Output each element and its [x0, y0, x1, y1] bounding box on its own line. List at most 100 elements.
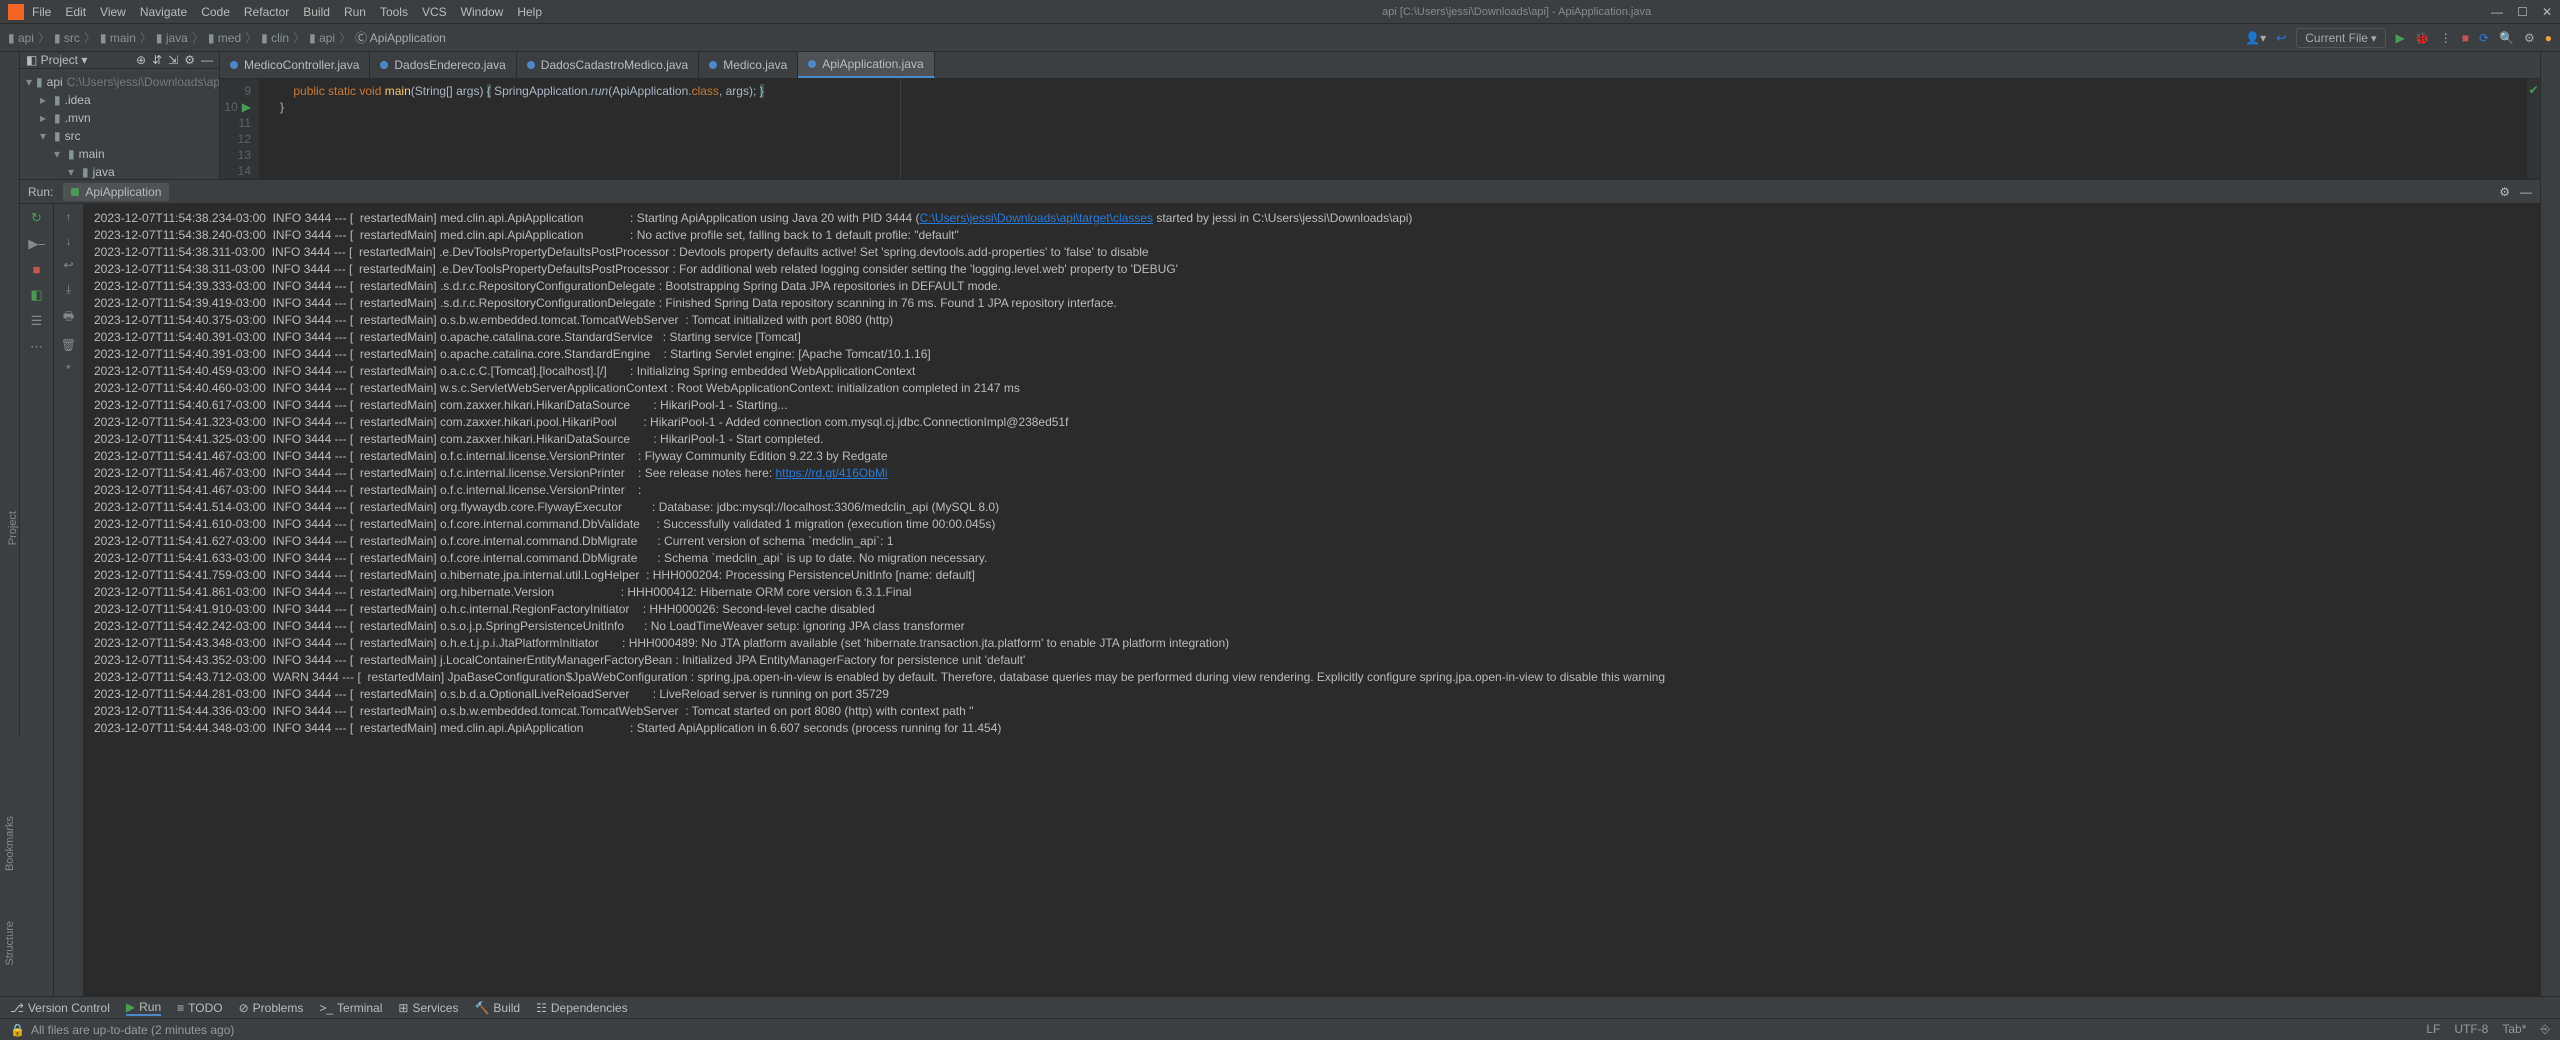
menu-help[interactable]: Help — [517, 5, 542, 19]
breadcrumb-seg[interactable]: ▮ api — [309, 31, 335, 45]
breadcrumb-seg[interactable]: ▮ med — [208, 31, 241, 45]
filter-icon[interactable]: * — [66, 362, 71, 376]
status-lock-icon[interactable]: 🔒 — [10, 1023, 25, 1037]
back-icon[interactable]: ↩ — [2276, 31, 2286, 45]
console-line: 2023-12-07T11:54:39.333-03:00 INFO 3444 … — [94, 278, 2530, 295]
editor-tab[interactable]: Medico.java — [699, 52, 798, 78]
breadcrumb-seg[interactable]: ▮ api — [8, 31, 34, 45]
project-stripe-button[interactable]: Project — [7, 511, 19, 545]
breadcrumb-seg[interactable]: ▮ main — [100, 31, 136, 45]
run-config-selector[interactable]: Current File ▾ — [2296, 28, 2385, 48]
tool-window-button-build[interactable]: 🔨Build — [474, 1001, 520, 1015]
run-tab[interactable]: ApiApplication — [63, 183, 169, 201]
console-link[interactable]: https://rd.gt/416ObMi — [775, 466, 887, 480]
select-opened-icon[interactable]: ⊕ — [136, 53, 146, 67]
status-cell[interactable]: ⎆ — [2540, 1022, 2550, 1036]
inspection-ok-icon[interactable]: ✔ — [2528, 83, 2538, 97]
menu-vcs[interactable]: VCS — [422, 5, 447, 19]
run-icon[interactable]: ▶ — [2396, 31, 2405, 45]
structure-stripe-button[interactable]: Structure — [4, 921, 16, 966]
minimize-icon[interactable]: — — [2491, 5, 2503, 19]
tree-node[interactable]: ▸▮ .mvn — [20, 109, 219, 127]
update-icon[interactable]: ⟳ — [2479, 31, 2489, 45]
stop-icon[interactable]: ■ — [2462, 31, 2469, 45]
up-icon[interactable]: ↑ — [66, 210, 72, 224]
soft-wrap-icon[interactable]: ↩ — [63, 258, 73, 272]
breadcrumb[interactable]: ▮ api〉▮ src〉▮ main〉▮ java〉▮ med〉▮ clin〉▮… — [8, 29, 446, 46]
layout-icon[interactable]: ◧ — [30, 287, 42, 303]
menu-view[interactable]: View — [100, 5, 126, 19]
breadcrumb-seg[interactable]: Ⓒ ApiApplication — [355, 29, 446, 46]
menu-build[interactable]: Build — [303, 5, 330, 19]
editor-body[interactable]: public static void main(String[] args) {… — [260, 79, 2526, 179]
tool-window-button-version-control[interactable]: ⎇Version Control — [10, 1001, 110, 1015]
scroll-end-icon[interactable]: ⤓ — [66, 282, 71, 297]
tool-window-button-dependencies[interactable]: ☷Dependencies — [536, 1001, 628, 1015]
trash-actions-icon[interactable]: ⋯ — [30, 339, 43, 355]
console-link[interactable]: C:\Users\jessi\Downloads\api\target\clas… — [920, 211, 1153, 225]
console-line: 2023-12-07T11:54:40.617-03:00 INFO 3444 … — [94, 397, 2530, 414]
menu-run[interactable]: Run — [344, 5, 366, 19]
run-attach-icon[interactable]: ▶⎯ — [28, 236, 45, 252]
settings-gear-icon[interactable]: ⚙ — [184, 53, 195, 67]
project-view-combo[interactable]: ◧ Project ▾ — [26, 53, 87, 67]
editor-gutter[interactable]: 910▶11121314 — [220, 79, 260, 179]
console-line: 2023-12-07T11:54:44.281-03:00 INFO 3444 … — [94, 686, 2530, 703]
maximize-icon[interactable]: ☐ — [2517, 5, 2528, 19]
console-output[interactable]: 2023-12-07T11:54:38.234-03:00 INFO 3444 … — [84, 204, 2540, 996]
tree-node[interactable]: ▾▮ api C:\Users\jessi\Downloads\api — [20, 73, 219, 91]
main-menu: File Edit View Navigate Code Refactor Build Run… — [32, 5, 542, 19]
editor-tab[interactable]: DadosEndereco.java — [370, 52, 516, 78]
down-icon[interactable]: ↓ — [66, 234, 72, 248]
print-icon[interactable]: 🖶 — [63, 307, 74, 328]
debug-icon[interactable]: 🐞 — [2415, 31, 2430, 45]
menu-refactor[interactable]: Refactor — [244, 5, 289, 19]
search-icon[interactable]: 🔍 — [2499, 31, 2514, 45]
vcs-users-icon[interactable]: 👤▾ — [2245, 31, 2266, 45]
bookmarks-stripe-button[interactable]: Bookmarks — [4, 816, 16, 871]
tool-window-button-run[interactable]: ▶Run — [126, 1000, 161, 1016]
gutter-run-icon[interactable]: ▶ — [242, 99, 251, 115]
avatar-icon[interactable]: ● — [2545, 31, 2552, 45]
tool-window-button-todo[interactable]: ≡TODO — [177, 1001, 222, 1015]
editor-tab[interactable]: DadosCadastroMedico.java — [517, 52, 699, 78]
rerun-icon[interactable]: ↻ — [31, 210, 42, 226]
status-cell[interactable]: Tab* — [2502, 1022, 2526, 1036]
menu-code[interactable]: Code — [201, 5, 230, 19]
dump-icon[interactable]: ☰ — [31, 313, 43, 329]
tool-window-button-problems[interactable]: ⊘Problems — [239, 1001, 304, 1015]
hide-run-icon[interactable]: — — [2520, 185, 2532, 199]
breadcrumb-seg[interactable]: ▮ src — [54, 31, 80, 45]
clear-icon[interactable]: 🗑 — [61, 338, 76, 352]
tool-window-button-terminal[interactable]: >_Terminal — [319, 1001, 382, 1015]
hide-icon[interactable]: — — [201, 53, 213, 67]
run-settings-icon[interactable]: ⚙ — [2499, 185, 2510, 199]
tree-node[interactable]: ▾▮ main — [20, 145, 219, 163]
tree-node[interactable]: ▾▮ src — [20, 127, 219, 145]
menu-file[interactable]: File — [32, 5, 51, 19]
tool-window-button-services[interactable]: ⊞Services — [398, 1001, 458, 1015]
project-tree[interactable]: ▾▮ api C:\Users\jessi\Downloads\api▸▮ .i… — [20, 69, 219, 179]
stop-run-icon[interactable]: ■ — [33, 262, 41, 277]
editor-tab[interactable]: ApiApplication.java — [798, 52, 934, 78]
status-cell[interactable]: UTF-8 — [2454, 1022, 2488, 1036]
collapse-all-icon[interactable]: ⇲ — [168, 53, 178, 67]
breadcrumb-seg[interactable]: ▮ clin — [261, 31, 289, 45]
menu-edit[interactable]: Edit — [65, 5, 86, 19]
editor-tab[interactable]: MedicoController.java — [220, 52, 370, 78]
breadcrumb-seg[interactable]: ▮ java — [156, 31, 188, 45]
status-cell[interactable]: LF — [2426, 1022, 2440, 1036]
tree-node[interactable]: ▾▮ java — [20, 163, 219, 179]
close-icon[interactable]: ✕ — [2542, 5, 2552, 19]
console-line: 2023-12-07T11:54:42.242-03:00 INFO 3444 … — [94, 618, 2530, 635]
more-run-icon[interactable]: ⋮ — [2440, 31, 2452, 45]
run-toolbar-secondary: ↑ ↓ ↩ ⤓ 🖶 🗑 * — [54, 204, 84, 996]
toolbar-right: 👤▾ ↩ Current File ▾ ▶ 🐞 ⋮ ■ ⟳ 🔍 ⚙ ● — [2245, 28, 2552, 48]
expand-all-icon[interactable]: ⇵ — [152, 53, 162, 67]
menu-tools[interactable]: Tools — [380, 5, 408, 19]
menu-window[interactable]: Window — [461, 5, 504, 19]
tree-node[interactable]: ▸▮ .idea — [20, 91, 219, 109]
menu-navigate[interactable]: Navigate — [140, 5, 187, 19]
settings-icon[interactable]: ⚙ — [2524, 31, 2535, 45]
console-line: 2023-12-07T11:54:38.311-03:00 INFO 3444 … — [94, 244, 2530, 261]
